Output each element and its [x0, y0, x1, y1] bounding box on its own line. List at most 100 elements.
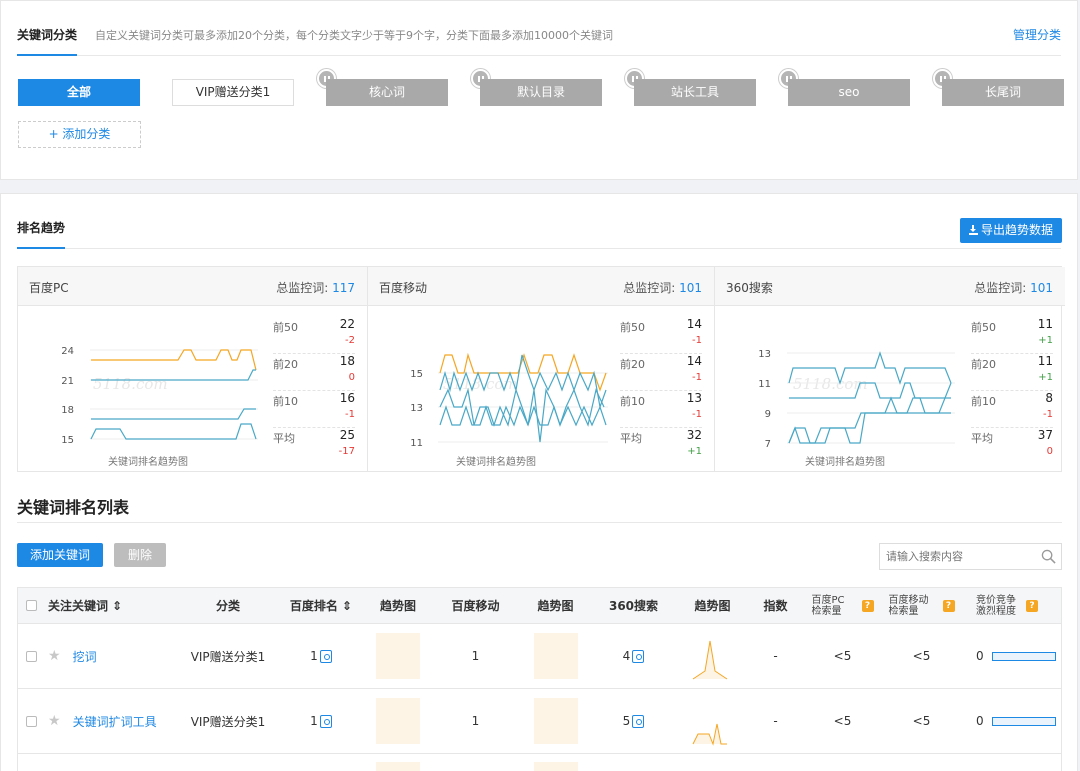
table-row	[17, 754, 1062, 771]
mini-trend-chart[interactable]	[376, 633, 420, 679]
tab-rank-trend[interactable]: 排名趋势	[17, 219, 66, 249]
stat-top20: 前20 14 -1	[620, 354, 702, 391]
category-cell: VIP赠送分类1	[190, 714, 266, 729]
select-all-checkbox[interactable]	[25, 600, 37, 611]
source-name: 百度移动	[379, 281, 428, 295]
col-baidu-mobile: 百度移动	[451, 599, 500, 613]
row-checkbox[interactable]	[25, 715, 37, 727]
mini-trend-chart[interactable]	[533, 698, 578, 744]
snapshot-icon[interactable]	[632, 649, 645, 663]
trend-charts: 百度PC 总监控词: 117 5118.com 24 21 18 15 关键词排…	[17, 266, 1065, 472]
y-tick: 15	[61, 435, 74, 446]
competition-bar	[991, 716, 1056, 726]
col-trend: 趋势图	[694, 599, 731, 613]
source-name: 360搜索	[726, 281, 773, 295]
search-icon[interactable]	[1041, 549, 1056, 564]
competition-cell: 0	[976, 689, 1056, 753]
col-competition: 竞价竞争 激烈程度?	[976, 588, 1056, 623]
category-vip[interactable]: VIP赠送分类1	[172, 79, 294, 106]
competition-bar	[991, 651, 1056, 661]
star-icon[interactable]: ★	[48, 648, 61, 664]
stat-top20: 前20 18 0	[273, 354, 355, 391]
category-all[interactable]: 全部	[18, 79, 140, 106]
category-cell: VIP赠送分类1	[190, 649, 266, 664]
keyword-link[interactable]: 挖词	[73, 648, 97, 665]
mini-trend-chart[interactable]	[376, 698, 420, 744]
search-input[interactable]	[880, 544, 1035, 569]
keyword-link[interactable]: 关键词扩词工具	[73, 713, 157, 730]
stat-top20: 前20 11 +1	[971, 354, 1053, 391]
divider	[17, 522, 1062, 523]
category-webmaster[interactable]: 站长工具	[634, 79, 756, 106]
snapshot-icon[interactable]	[319, 714, 332, 728]
col-pc-volume: 百度PC 检索量?	[805, 588, 880, 623]
baidu-rank-cell: 1	[281, 624, 361, 688]
add-keyword-button[interactable]: 添加关键词	[17, 543, 104, 567]
stat-average: 平均 37 0	[971, 428, 1053, 457]
category-seo[interactable]: seo	[788, 79, 910, 106]
stat-top10: 前10 13 -1	[620, 391, 702, 428]
col-baidu-rank[interactable]: 百度排名 ⇕	[281, 588, 361, 623]
y-tick: 18	[61, 405, 74, 416]
chart-caption: 关键词排名趋势图	[456, 455, 536, 468]
category-panel: 关键词分类 自定义关键词分类可最多添加20个分类，每个分类文字少于等于9个字，分…	[0, 0, 1078, 180]
index-cell: -	[773, 714, 778, 728]
add-category-button[interactable]: + 添加分类	[18, 121, 141, 148]
baidu-rank-cell: 1	[281, 689, 361, 753]
chart-caption: 关键词排名趋势图	[805, 455, 885, 468]
search-box	[879, 543, 1062, 570]
help-icon[interactable]: ?	[942, 599, 955, 612]
y-tick: 24	[61, 346, 74, 357]
keyword-table: 关注关键词 ⇕ 分类 百度排名 ⇕ 趋势图 百度移动 趋势图 360搜索 趋势图…	[17, 587, 1062, 771]
series-line	[788, 396, 951, 444]
category-default[interactable]: 默认目录	[480, 79, 602, 106]
watermark: 5118.com	[793, 375, 868, 393]
help-icon[interactable]: ?	[1026, 599, 1038, 612]
pc-volume-cell: <5	[833, 714, 852, 728]
chart-caption: 关键词排名趋势图	[108, 455, 188, 468]
export-trend-button[interactable]: 导出趋势数据	[959, 218, 1062, 243]
mini-trend-chart[interactable]	[533, 633, 578, 679]
so360-cell: 5	[596, 689, 671, 753]
col-trend: 趋势图	[537, 599, 574, 613]
y-tick: 21	[61, 376, 74, 387]
download-icon	[968, 225, 978, 235]
category-tabbar: 关键词分类 自定义关键词分类可最多添加20个分类，每个分类文字少于等于9个字，分…	[17, 18, 1061, 56]
table-row: ★ 关键词扩词工具 VIP赠送分类1 1 1 5 - <5 <5 0	[17, 689, 1062, 754]
stats-list: 前50 11 +1 前20 11 +1 前10 8 -1 平均 37 0	[971, 317, 1053, 465]
manage-categories-link[interactable]: 管理分类	[1013, 26, 1061, 43]
stat-top10: 前10 16 -1	[273, 391, 355, 428]
snapshot-icon[interactable]	[319, 649, 332, 663]
y-tick: 9	[765, 409, 771, 420]
delete-button[interactable]: 删除	[114, 543, 167, 567]
total-monitored: 总监控词: 101	[623, 281, 702, 295]
mini-trend-chart[interactable]	[683, 631, 743, 681]
pc-volume-cell: <5	[833, 649, 852, 663]
trend-chart: 5118.com 13 11 9 7 关键词排名趋势图	[758, 349, 955, 468]
mini-trend-chart[interactable]	[683, 696, 743, 746]
category-core[interactable]: 核心词	[326, 79, 448, 106]
category-longtail[interactable]: 长尾词	[942, 79, 1064, 106]
mobile-volume-cell: <5	[912, 649, 931, 663]
trend-tabbar: 排名趋势	[17, 211, 1061, 249]
stat-top10: 前10 8 -1	[971, 391, 1053, 428]
trend-360: 360搜索 总监控词: 101 5118.com 13 11 9 7 关键词排名…	[715, 267, 1065, 471]
star-icon[interactable]: ★	[48, 713, 61, 729]
stat-top50: 前50 14 -1	[620, 317, 702, 354]
row-checkbox[interactable]	[25, 650, 37, 662]
trend-chart: 5118.com 24 21 18 15 关键词排名趋势图	[61, 346, 258, 468]
snapshot-icon[interactable]	[632, 714, 645, 728]
series-line	[788, 412, 951, 444]
help-icon[interactable]: ?	[861, 599, 874, 612]
index-cell: -	[773, 649, 778, 663]
mini-trend-chart[interactable]	[533, 762, 578, 771]
col-keyword[interactable]: 关注关键词 ⇕	[48, 588, 138, 623]
mini-trend-chart[interactable]	[376, 762, 420, 771]
col-index: 指数	[763, 599, 788, 613]
watermark: 5118.com	[93, 375, 168, 393]
col-mobile-volume: 百度移动 检索量?	[884, 588, 959, 623]
tab-keyword-category[interactable]: 关键词分类	[17, 26, 78, 56]
trend-chart: 5118.com 15 13 11 关键词排名趋势图	[410, 352, 608, 468]
keyword-list-title: 关键词排名列表	[17, 498, 130, 517]
series-line	[91, 349, 257, 371]
